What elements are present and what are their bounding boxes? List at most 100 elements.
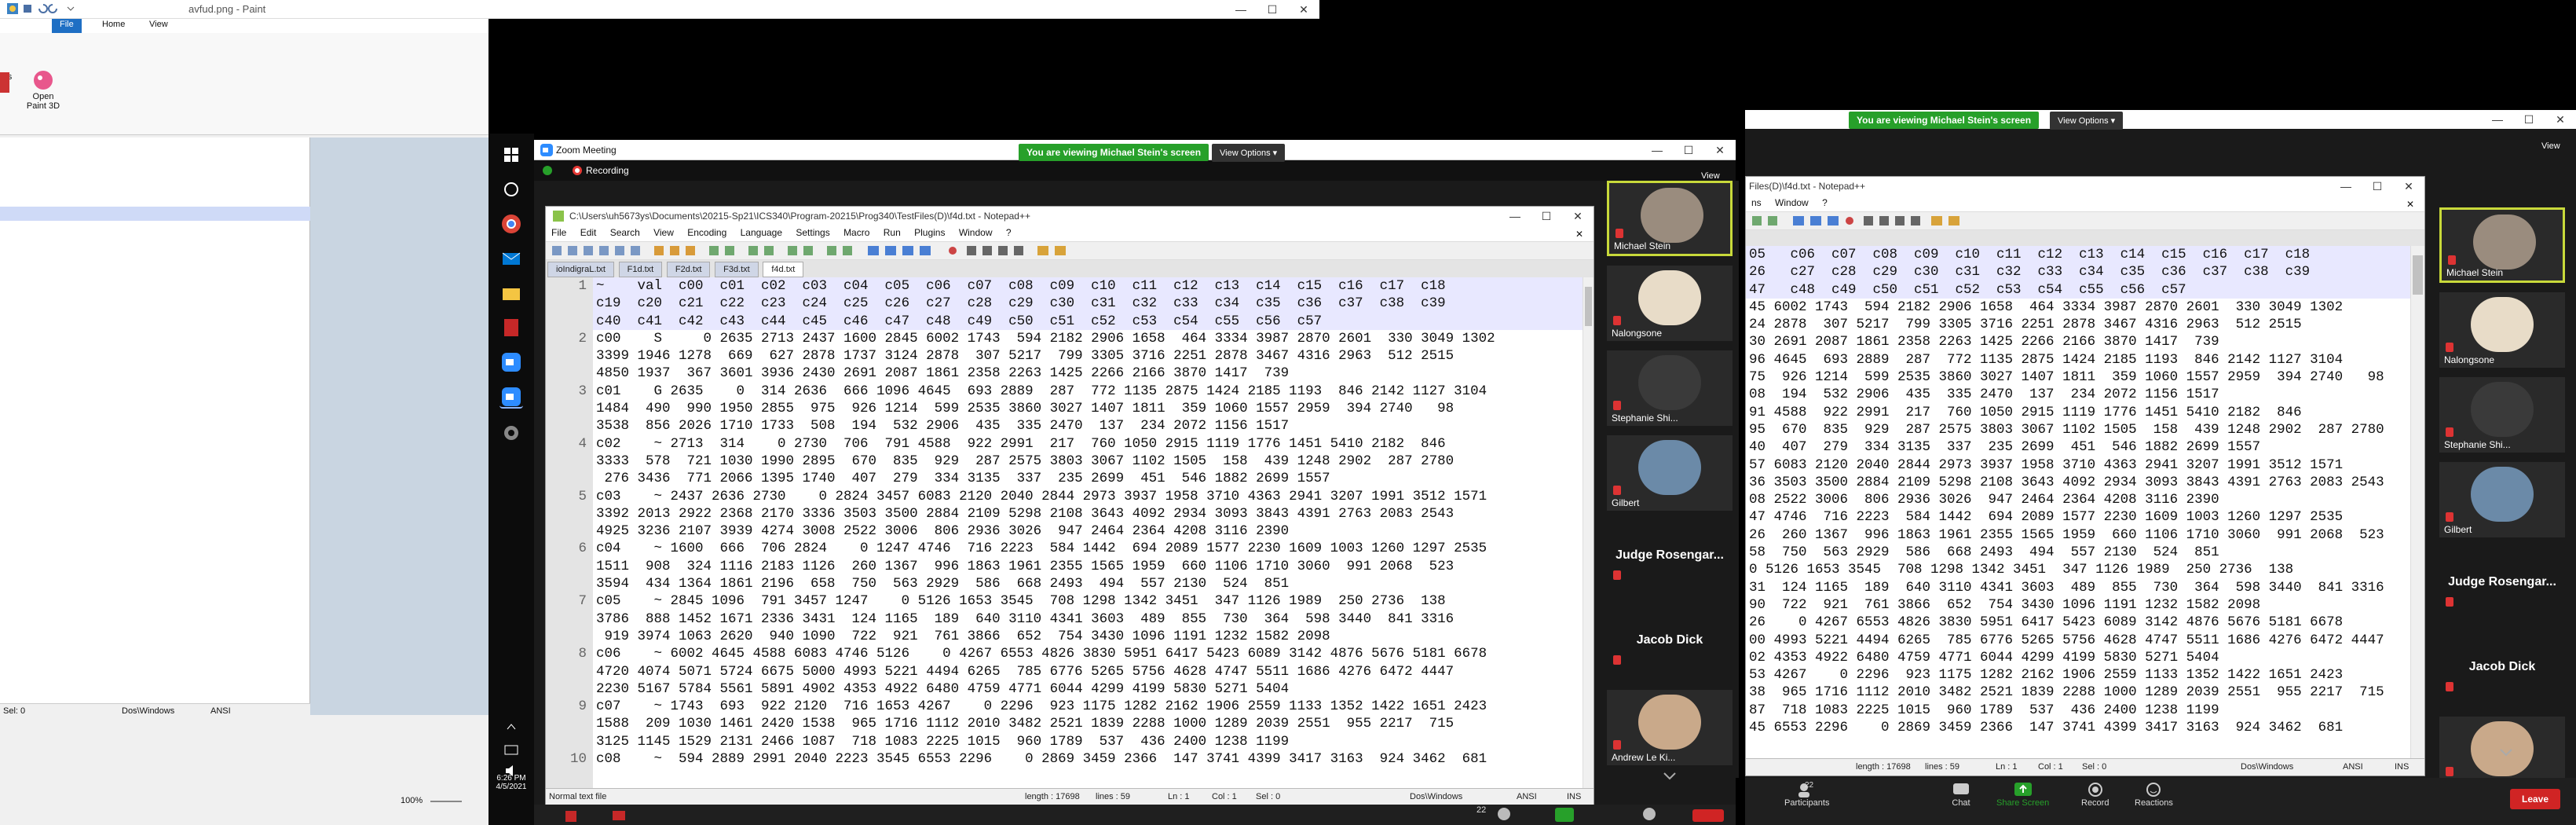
menu-plugins[interactable]: Plugins <box>909 226 950 240</box>
editor-line[interactable]: c40 c41 c42 c43 c44 c45 c46 c47 c48 c49 … <box>596 313 1583 330</box>
toolbar-icons[interactable] <box>546 242 1143 259</box>
chevron-up-icon[interactable] <box>499 715 523 739</box>
tab-home[interactable]: Home <box>94 19 133 33</box>
minimize-button[interactable]: — <box>2330 177 2362 196</box>
editor-line[interactable]: 95 670 835 929 287 2575 3803 3067 1102 1… <box>1749 421 2410 438</box>
chrome-icon[interactable] <box>499 212 523 236</box>
vertical-scrollbar-2[interactable] <box>2410 246 2424 758</box>
chevron-down-icon[interactable] <box>1662 772 1678 781</box>
reactions-button[interactable]: Reactions <box>2135 781 2173 808</box>
open-paint3d-button[interactable]: Open Paint 3D <box>24 68 63 123</box>
shield-icon[interactable] <box>542 165 553 176</box>
editor-line[interactable]: 30 2691 2087 1861 2358 2263 1425 2266 21… <box>1749 333 2410 350</box>
editor-line[interactable]: 3786 888 1452 1671 2336 3431 124 1165 18… <box>596 610 1583 628</box>
editor-line[interactable]: 91 4588 922 2991 217 760 1050 2915 1119 … <box>1749 404 2410 421</box>
menu-settings[interactable]: Settings <box>790 226 835 240</box>
zoom-slider[interactable] <box>430 801 462 802</box>
vertical-scrollbar[interactable] <box>1583 277 1594 788</box>
chevron-down-icon[interactable] <box>2498 748 2514 757</box>
editor-line[interactable]: 3392 2013 2922 2368 2170 3336 3503 3500 … <box>596 505 1583 522</box>
close-button[interactable]: ✕ <box>2545 110 2576 129</box>
menu-window[interactable]: Window <box>953 226 998 240</box>
editor-line[interactable]: 3125 1145 1529 2131 2466 1087 718 1083 2… <box>596 733 1583 750</box>
menu-search[interactable]: Search <box>605 226 646 240</box>
editor-line[interactable]: c00 S 0 2635 2713 2437 1600 2845 6002 17… <box>596 330 1583 347</box>
view-options-button[interactable]: View Options ▾ <box>1212 144 1286 162</box>
editor-line[interactable]: 45 6002 1743 594 2182 2906 1658 464 3334… <box>1749 299 2410 316</box>
maximize-button[interactable]: ☐ <box>2362 177 2393 196</box>
close-button[interactable]: ✕ <box>1704 141 1736 160</box>
minimize-button[interactable]: — <box>1225 0 1257 19</box>
chat-button[interactable]: Chat <box>1949 781 1973 808</box>
color-swatch[interactable] <box>0 72 9 93</box>
editor-line[interactable]: 3594 434 1364 1861 2196 658 750 563 2929… <box>596 575 1583 592</box>
settings-icon[interactable] <box>499 421 523 445</box>
participant-tile[interactable]: Stephanie Shi... <box>1607 350 1733 426</box>
editor-line[interactable]: c01 G 2635 0 314 2636 666 1096 4645 693 … <box>596 383 1583 400</box>
editor-line[interactable]: 38 965 1716 1112 2010 3482 2521 1839 228… <box>1749 684 2410 701</box>
maximize-button[interactable]: ☐ <box>1531 207 1562 226</box>
editor-line[interactable]: 0 5126 1653 3545 708 1298 1342 3451 347 … <box>1749 561 2410 578</box>
taskbar-clock[interactable]: 6:26 PM 4/5/2021 <box>488 774 534 791</box>
editor-line[interactable]: 2230 5167 5784 5561 5891 4902 4353 4922 … <box>596 680 1583 698</box>
menu-macro[interactable]: Macro <box>838 226 875 240</box>
editor-line[interactable]: 26 c27 c28 c29 c30 c31 c32 c33 c34 c35 c… <box>1749 263 2410 280</box>
editor-text-2[interactable]: 05 c06 c07 c08 c09 c10 c11 c12 c13 c14 c… <box>1749 246 2410 758</box>
participant-tile[interactable]: Judge Rosengar... <box>1607 520 1733 596</box>
editor-line[interactable]: 40 407 279 334 3135 337 235 2699 451 546… <box>1749 438 2410 456</box>
editor-line[interactable]: 4720 4074 5071 5724 6675 5000 4993 5221 … <box>596 663 1583 680</box>
folder-icon[interactable] <box>499 281 523 305</box>
editor-line[interactable]: c07 ~ 1743 693 922 2120 716 1653 4267 0 … <box>596 698 1583 715</box>
editor-line[interactable]: 02 4353 4922 6480 4759 4771 6044 4299 41… <box>1749 649 2410 666</box>
acrobat-icon[interactable] <box>499 316 523 339</box>
editor-line[interactable]: 08 2522 3006 806 2936 3026 947 2464 2364… <box>1749 491 2410 508</box>
participant-tile[interactable]: Jacob Dick <box>2439 632 2565 707</box>
close-doc-icon[interactable]: ✕ <box>2401 197 2420 211</box>
editor-line[interactable]: c05 ~ 2845 1096 791 3457 1247 0 5126 165… <box>596 592 1583 610</box>
editor-line[interactable]: 08 194 532 2906 435 335 2470 137 234 207… <box>1749 386 2410 403</box>
editor-line[interactable]: 75 926 1214 599 2535 3860 3027 1407 1811… <box>1749 368 2410 386</box>
editor-line[interactable]: 87 718 1083 2225 1015 960 1789 537 436 2… <box>1749 702 2410 719</box>
tab-file[interactable]: File <box>52 19 82 33</box>
editor-line[interactable]: c02 ~ 2713 314 0 2730 706 791 4588 922 2… <box>596 435 1583 453</box>
participant-tile[interactable]: Nalongsone <box>1607 266 1733 341</box>
zoom-meeting-taskbar-icon[interactable] <box>499 385 523 409</box>
close-button[interactable]: ✕ <box>1288 0 1319 19</box>
menu-language[interactable]: Language <box>735 226 788 240</box>
menu-help[interactable]: ? <box>1817 196 1833 210</box>
editor-line[interactable]: 05 c06 c07 c08 c09 c10 c11 c12 c13 c14 c… <box>1749 246 2410 263</box>
participants-button[interactable]: 22 Participants <box>1784 781 1829 808</box>
zoom-taskbar-icon[interactable] <box>499 350 523 374</box>
editor-line[interactable]: 36 3503 3500 2884 2109 5298 2108 3643 40… <box>1749 474 2410 491</box>
maximize-button[interactable]: ☐ <box>1673 141 1704 160</box>
menu-edit[interactable]: Edit <box>575 226 602 240</box>
editor-line[interactable]: 4925 3236 2107 3939 4274 3008 2522 3006 … <box>596 522 1583 540</box>
tab-file-2[interactable]: F1d.txt <box>618 262 663 277</box>
editor-line[interactable]: 24 2878 307 5217 799 3305 3716 2251 2878… <box>1749 316 2410 333</box>
toolbar-icons[interactable] <box>534 805 1736 825</box>
editor-line[interactable]: 4850 1937 367 3601 3936 2430 2691 2087 1… <box>596 365 1583 382</box>
participant-tile[interactable]: Stephanie Shi... <box>2439 377 2565 453</box>
editor-line[interactable]: 26 260 1367 996 1863 1961 2355 1565 1959… <box>1749 526 2410 544</box>
editor-line[interactable]: c06 ~ 6002 4645 4588 6083 4746 5126 0 42… <box>596 645 1583 662</box>
menu-run[interactable]: Run <box>878 226 906 240</box>
editor-line[interactable]: 919 3974 1063 2620 940 1090 722 921 761 … <box>596 628 1583 645</box>
participant-tile[interactable]: Gilbert <box>2439 462 2565 537</box>
toolbar-icons-2[interactable] <box>1746 212 2076 229</box>
editor-line[interactable]: 26 0 4267 6553 4826 3830 5951 6417 5423 … <box>1749 614 2410 631</box>
menu-plugins[interactable]: ns <box>1746 196 1767 210</box>
close-doc-icon[interactable]: ✕ <box>1570 227 1589 241</box>
editor-line[interactable]: 1588 209 1030 1461 2420 1538 965 1716 11… <box>596 715 1583 732</box>
participant-tile[interactable]: Nalongsone <box>2439 292 2565 368</box>
tab-file-1[interactable]: ioIndigraL.txt <box>547 262 614 277</box>
minimize-button[interactable]: — <box>2482 110 2513 129</box>
editor-line[interactable]: c03 ~ 2437 2636 2730 0 2824 3457 6083 21… <box>596 488 1583 505</box>
tab-file-3[interactable]: F2d.txt <box>666 262 711 277</box>
leave-button[interactable]: Leave <box>2510 789 2560 809</box>
minimize-button[interactable]: — <box>1641 141 1673 160</box>
scrollbar-thumb[interactable] <box>1585 287 1592 326</box>
editor-line[interactable]: 1484 490 990 1950 2855 975 926 1214 599 … <box>596 400 1583 417</box>
editor-line[interactable]: ~ val c00 c01 c02 c03 c04 c05 c06 c07 c0… <box>596 277 1583 295</box>
editor-line[interactable]: 3333 578 721 1030 1990 2895 670 835 929 … <box>596 453 1583 470</box>
editor-line[interactable]: 1511 908 324 1116 2183 1126 260 1367 996… <box>596 558 1583 575</box>
